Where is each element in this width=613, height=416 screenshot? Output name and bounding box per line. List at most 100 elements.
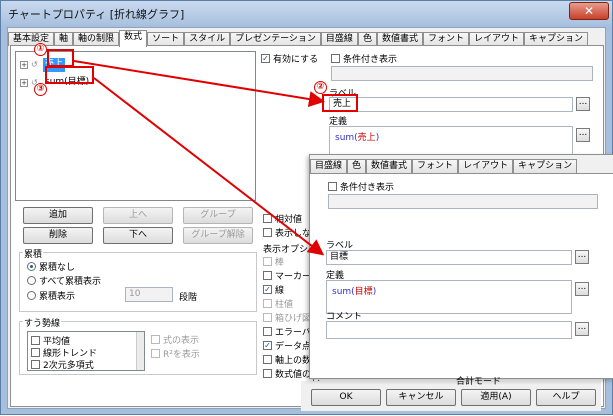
checkbox[interactable] — [263, 327, 272, 336]
relative-value-checkbox[interactable]: 相対値 — [263, 212, 302, 225]
overlay-properties-panel: 目盛線色数値書式 フォント レイアウト キャプション 条件付き表示 ラベル 目標 ..… — [309, 154, 613, 387]
display-option-8[interactable]: 数式値の — [263, 367, 311, 380]
label-input[interactable]: 売上 — [329, 97, 573, 112]
checkbox[interactable] — [263, 369, 272, 378]
overlay-label-ellipsis-button[interactable]: ... — [575, 250, 589, 264]
overlay-tab-5[interactable]: キャプション — [513, 159, 578, 173]
tab-4[interactable]: ソート — [147, 32, 185, 46]
condition-input[interactable] — [331, 66, 593, 81]
overlay-tab-0[interactable]: 目盛線 — [310, 159, 348, 173]
checkbox[interactable] — [328, 182, 337, 191]
tab-3[interactable]: 数式 — [119, 30, 148, 47]
checkbox[interactable]: ✓ — [263, 285, 272, 294]
trendline-list[interactable]: 平均値 線形トレンド 2次元多項式 — [27, 331, 145, 371]
tab-7[interactable]: 目盛線 — [320, 32, 358, 46]
checkbox[interactable] — [151, 349, 160, 358]
tab-10[interactable]: フォント — [422, 32, 469, 46]
tab-6[interactable]: プレゼンテーション — [230, 32, 321, 46]
steps-input[interactable]: 10 — [125, 287, 173, 302]
display-option-5[interactable]: エラーバ — [263, 325, 311, 338]
tab-8[interactable]: 色 — [357, 32, 377, 46]
annotation-badge-1: ① — [34, 43, 47, 56]
display-option-6[interactable]: ✓ データ点 — [263, 339, 311, 352]
show-formula-checkbox[interactable]: 式の表示 — [151, 333, 199, 346]
checkbox[interactable] — [151, 335, 160, 344]
radio-dot[interactable] — [27, 262, 36, 271]
overlay-comment-ellipsis-button[interactable]: ... — [575, 322, 589, 336]
cancel-button[interactable]: キャンセル — [386, 389, 456, 406]
checkbox-label: 箱ひげ図 — [275, 314, 312, 324]
definition-argument: 売上 — [357, 133, 376, 143]
checkbox-label: マーカー — [275, 272, 312, 282]
display-option-2[interactable]: ✓ 線 — [263, 283, 284, 296]
checkbox[interactable] — [263, 214, 272, 223]
trendline-quadratic[interactable]: 2次元多項式 — [31, 358, 94, 371]
radio-dot[interactable] — [27, 276, 36, 285]
checkbox[interactable]: ✓ — [263, 341, 272, 350]
tab-2[interactable]: 軸の制限 — [73, 32, 120, 46]
checkbox[interactable] — [31, 336, 40, 345]
display-option-3[interactable]: 柱値 — [263, 297, 293, 310]
close-button[interactable]: ✕ — [569, 2, 609, 20]
delete-button[interactable]: 削除 — [23, 227, 93, 244]
checkbox[interactable] — [331, 54, 340, 63]
checkbox[interactable] — [263, 271, 272, 280]
checkbox[interactable] — [31, 360, 40, 369]
overlay-comment-input[interactable] — [326, 321, 572, 339]
radio-accumulate-steps[interactable]: 累積表示 — [27, 289, 75, 302]
checkbox[interactable]: ✓ — [261, 54, 270, 63]
checkbox-label: 棒 — [275, 258, 285, 268]
overlay-tab-2[interactable]: 数値書式 — [366, 159, 413, 173]
expand-icon[interactable]: + — [20, 61, 28, 69]
add-button[interactable]: 追加 — [23, 207, 93, 224]
enable-checkbox[interactable]: ✓ 有効にする — [261, 52, 318, 65]
radio-accumulate-all[interactable]: すべて累積表示 — [27, 274, 101, 287]
hide-checkbox[interactable]: 表示しな — [263, 226, 311, 239]
tab-1[interactable]: 軸 — [54, 32, 74, 46]
overlay-conditional-checkbox[interactable]: 条件付き表示 — [328, 180, 394, 193]
ok-button[interactable]: OK — [311, 389, 381, 406]
display-option-1[interactable]: マーカー — [263, 269, 311, 282]
definition-ellipsis-button[interactable]: ... — [576, 128, 590, 142]
expand-icon[interactable]: + — [20, 79, 28, 87]
window-title: チャートプロパティ [折れ線グラフ] — [8, 8, 185, 21]
checkbox-label: 式の表示 — [163, 336, 200, 346]
conditional-display-checkbox[interactable]: 条件付き表示 — [331, 52, 397, 65]
checkbox[interactable] — [263, 299, 272, 308]
checkbox[interactable] — [263, 313, 272, 322]
checkbox[interactable] — [263, 257, 272, 266]
expression-icon: ↺ — [31, 60, 38, 69]
overlay-definition-ellipsis-button[interactable]: ... — [575, 282, 589, 296]
checkbox-label: 条件付き表示 — [343, 55, 398, 65]
overlay-tab-4[interactable]: レイアウト — [458, 159, 514, 173]
label-ellipsis-button[interactable]: ... — [576, 97, 590, 111]
checkbox-label: 柱値 — [275, 300, 294, 310]
show-r2-checkbox[interactable]: R²を表示 — [151, 347, 200, 360]
display-option-0[interactable]: 棒 — [263, 255, 284, 268]
move-down-button[interactable]: 下へ — [103, 227, 173, 244]
display-option-7[interactable]: 軸上の数 — [263, 353, 311, 366]
trendline-scrollbar[interactable] — [136, 332, 144, 370]
tab-9[interactable]: 数値書式 — [376, 32, 423, 46]
radio-no-accumulation[interactable]: 累積なし — [27, 260, 75, 273]
display-option-4[interactable]: 箱ひげ図 — [263, 311, 311, 324]
overlay-tab-1[interactable]: 色 — [347, 159, 367, 173]
help-button[interactable]: ヘルプ — [536, 389, 596, 406]
apply-button[interactable]: 適用(A) — [461, 389, 531, 406]
radio-dot[interactable] — [27, 291, 36, 300]
tab-5[interactable]: スタイル — [184, 32, 231, 46]
tab-12[interactable]: キャプション — [524, 32, 589, 46]
title-bar[interactable]: チャートプロパティ [折れ線グラフ] ✕ — [1, 1, 612, 25]
checkbox[interactable] — [263, 228, 272, 237]
overlay-condition-input[interactable] — [328, 194, 598, 209]
checkbox[interactable] — [31, 348, 40, 357]
overlay-label-input[interactable]: 目標 — [326, 250, 572, 265]
overlay-definition-editor[interactable]: sum(目標) — [326, 280, 572, 314]
ungroup-button[interactable]: グループ解除 — [183, 227, 253, 244]
group-button[interactable]: グループ — [183, 207, 253, 224]
move-up-button[interactable]: 上へ — [103, 207, 173, 224]
tab-11[interactable]: レイアウト — [468, 32, 524, 46]
checkbox[interactable] — [263, 355, 272, 364]
overlay-tab-3[interactable]: フォント — [412, 159, 459, 173]
tab-0[interactable]: 基本設定 — [8, 32, 55, 46]
